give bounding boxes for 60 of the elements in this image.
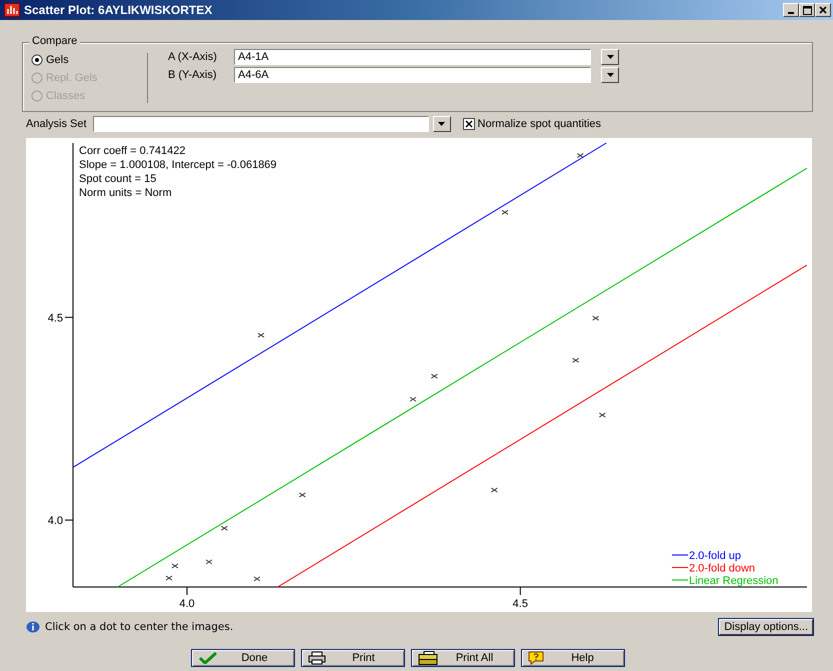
- data-point[interactable]: [502, 210, 508, 215]
- radio-icon: [31, 90, 43, 102]
- printer-stack-icon: [418, 651, 438, 665]
- legend-label: 2.0-fold up: [689, 550, 741, 562]
- print-button[interactable]: Print: [300, 649, 404, 667]
- legend-label: 2.0-fold down: [689, 562, 756, 574]
- analysis-set-dropdown[interactable]: [92, 116, 429, 132]
- help-icon: [528, 651, 544, 665]
- data-point[interactable]: [430, 374, 438, 379]
- display-options-button[interactable]: Display options...: [719, 619, 813, 635]
- printer-icon: [308, 651, 326, 665]
- minimize-button[interactable]: [783, 3, 799, 17]
- x-tick-label: 4.0: [179, 598, 195, 610]
- legend-label: Linear Regression: [689, 575, 778, 587]
- close-button[interactable]: [815, 3, 831, 17]
- maximize-button[interactable]: [799, 3, 815, 17]
- radio-icon: [31, 54, 43, 66]
- data-point[interactable]: [598, 412, 606, 418]
- stat-text: Slope = 1.000108, Intercept = -0.061869: [79, 159, 277, 171]
- stat-text: Corr coeff = 0.741422: [79, 145, 186, 157]
- legend-item: 2.0-fold up: [672, 550, 741, 562]
- checkmark-icon: [198, 652, 218, 664]
- data-point[interactable]: [254, 576, 260, 582]
- normalize-checkbox[interactable]: [462, 118, 475, 130]
- axis-label: A (X-Axis): [168, 51, 218, 63]
- data-point[interactable]: [166, 576, 172, 581]
- radio-icon: [31, 72, 43, 84]
- data-point[interactable]: [258, 332, 264, 338]
- group-title: Compare: [29, 35, 80, 47]
- axis-dropdown[interactable]: A4-6A: [234, 67, 591, 83]
- x-tick-label: 4.5: [512, 598, 528, 610]
- y-tick-label: 4.5: [48, 312, 63, 324]
- data-point[interactable]: [410, 396, 416, 402]
- done-button[interactable]: Done: [190, 649, 294, 667]
- axis-dropdown[interactable]: A4-1A: [234, 49, 591, 65]
- data-point[interactable]: [490, 488, 498, 493]
- info-text: Click on a dot to center the images.: [45, 621, 234, 633]
- radio-option[interactable]: Gels: [31, 53, 147, 66]
- legend-item: 2.0-fold down: [672, 562, 756, 574]
- data-point[interactable]: [576, 153, 584, 158]
- stat-text: Spot count = 15: [79, 173, 156, 185]
- data-point[interactable]: [172, 563, 178, 568]
- legend-item: Linear Regression: [672, 575, 778, 587]
- info-icon: [26, 621, 40, 633]
- window-title: Scatter Plot: 6AYLIKWISKORTEX: [24, 3, 214, 17]
- axis-label: B (Y-Axis): [168, 69, 218, 81]
- checkbox-label: Normalize spot quantities: [478, 118, 602, 130]
- close-icon: [819, 6, 827, 14]
- analysis-set-label: Analysis Set: [26, 118, 87, 130]
- data-point[interactable]: [206, 559, 212, 564]
- print-all-button[interactable]: Print All: [410, 649, 514, 667]
- data-point[interactable]: [220, 526, 228, 531]
- maximize-icon: [802, 6, 812, 14]
- y-tick-label: 4.0: [48, 515, 63, 528]
- data-point[interactable]: [298, 492, 306, 498]
- chart-icon: [4, 3, 20, 17]
- data-point[interactable]: [572, 358, 580, 363]
- help-button[interactable]: Help: [520, 649, 624, 667]
- data-point[interactable]: [592, 316, 600, 321]
- stat-text: Norm units = Norm: [79, 187, 172, 199]
